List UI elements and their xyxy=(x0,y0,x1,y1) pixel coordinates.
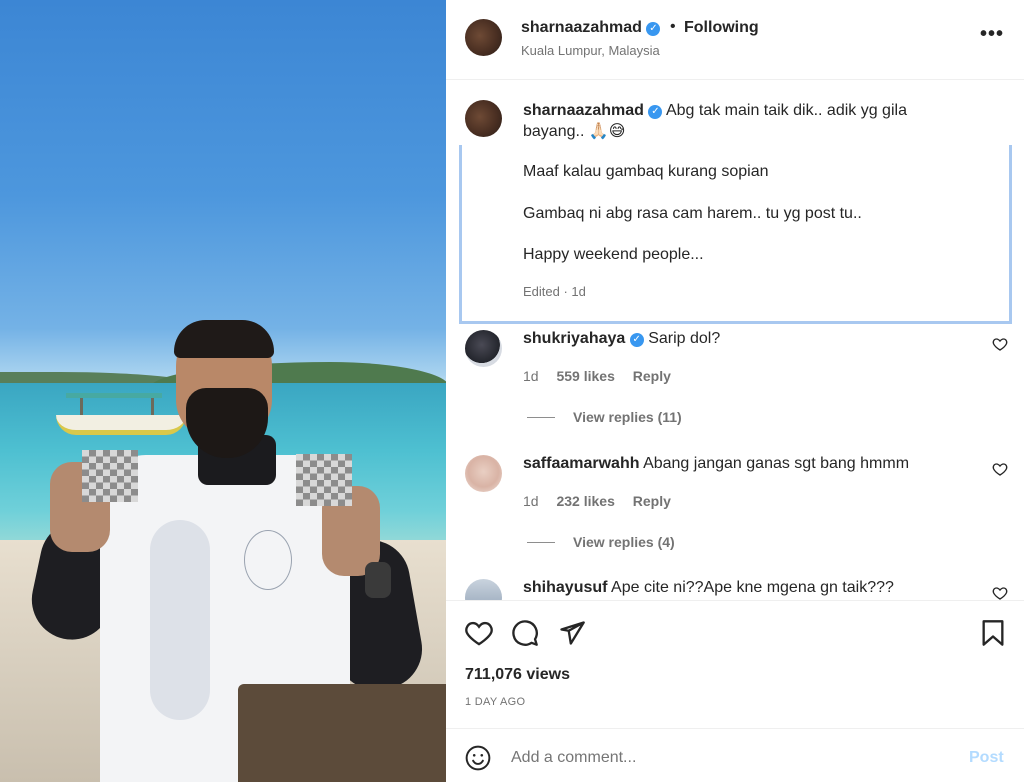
verified-badge-icon: ✓ xyxy=(646,22,661,36)
author-avatar[interactable] xyxy=(465,19,502,56)
commenter-avatar[interactable] xyxy=(465,579,502,600)
censor-pixelation-right xyxy=(296,454,352,506)
comment-meta: 1d 559 likes Reply xyxy=(523,368,685,384)
caption-paragraph: Maaf kalau gambaq kurang sopian xyxy=(523,163,769,180)
commenter-avatar[interactable] xyxy=(465,330,502,367)
comment-bubble-icon[interactable] xyxy=(511,619,539,647)
comment-text: shukriyahaya ✓ Sarip dol? xyxy=(523,330,721,347)
post-date: 1 DAY AGO xyxy=(465,696,526,708)
post-actions: 711,076 views 1 DAY AGO xyxy=(446,600,1024,730)
comment-time: 1d xyxy=(523,368,539,384)
comment-meta: 1d 232 likes Reply xyxy=(523,493,685,509)
post-location[interactable]: Kuala Lumpur, Malaysia xyxy=(521,43,660,58)
like-comment-heart-icon[interactable] xyxy=(992,585,1008,600)
views-count[interactable]: 711,076 views xyxy=(465,666,570,684)
post-header: sharnaazahmad ✓ • Following Kuala Lumpur… xyxy=(446,0,1024,80)
like-comment-heart-icon[interactable] xyxy=(992,461,1008,477)
view-replies-button[interactable]: View replies (4) xyxy=(527,534,675,550)
comment-likes[interactable]: 559 likes xyxy=(556,368,614,384)
caption-meta: Edited · 1d xyxy=(523,284,586,299)
commenter-avatar[interactable] xyxy=(465,455,502,492)
following-button[interactable]: Following xyxy=(684,19,759,37)
comment-username[interactable]: shukriyahaya xyxy=(523,330,625,347)
image-person xyxy=(0,0,446,782)
comment-text: shihayusuf Ape cite ni??Ape kne mgena gn… xyxy=(523,579,894,596)
caption-username[interactable]: sharnaazahmad xyxy=(523,102,644,119)
share-send-icon[interactable] xyxy=(558,619,586,647)
post-panel: sharnaazahmad ✓ • Following Kuala Lumpur… xyxy=(446,0,1024,782)
comment-username[interactable]: shihayusuf xyxy=(523,579,607,596)
verified-badge-icon: ✓ xyxy=(629,333,644,347)
like-comment-heart-icon[interactable] xyxy=(992,336,1008,352)
verified-badge-icon: ✓ xyxy=(648,105,663,119)
save-bookmark-icon[interactable] xyxy=(981,619,1005,647)
reply-button[interactable]: Reply xyxy=(633,493,671,509)
post-image[interactable] xyxy=(0,0,446,782)
caption-author-avatar[interactable] xyxy=(465,100,502,137)
comment-username[interactable]: saffaamarwahh xyxy=(523,455,640,472)
caption-paragraph: Gambaq ni abg rasa cam harem.. tu yg pos… xyxy=(523,205,862,222)
view-replies-button[interactable]: View replies (11) xyxy=(527,409,682,425)
post-comment-button[interactable]: Post xyxy=(969,749,1004,767)
header-separator: • xyxy=(670,18,676,35)
comment-likes[interactable]: 232 likes xyxy=(556,493,614,509)
reply-button[interactable]: Reply xyxy=(633,368,671,384)
comment-time: 1d xyxy=(523,493,539,509)
caption-paragraph: Happy weekend people... xyxy=(523,246,704,263)
emoji-smiley-icon[interactable] xyxy=(465,745,491,771)
author-username[interactable]: sharnaazahmad ✓ xyxy=(521,19,661,37)
add-comment-bar: Post xyxy=(446,728,1024,782)
comments-list[interactable]: sharnaazahmad ✓ Abg tak main taik dik.. … xyxy=(446,81,1024,600)
comment-text: saffaamarwahh Abang jangan ganas sgt ban… xyxy=(523,455,910,472)
more-horizontal-icon[interactable]: ••• xyxy=(980,24,1004,44)
like-heart-icon[interactable] xyxy=(465,620,493,646)
caption-text: sharnaazahmad ✓ Abg tak main taik dik.. … xyxy=(523,100,963,142)
add-comment-input[interactable] xyxy=(511,749,931,767)
censor-pixelation-left xyxy=(82,450,138,502)
